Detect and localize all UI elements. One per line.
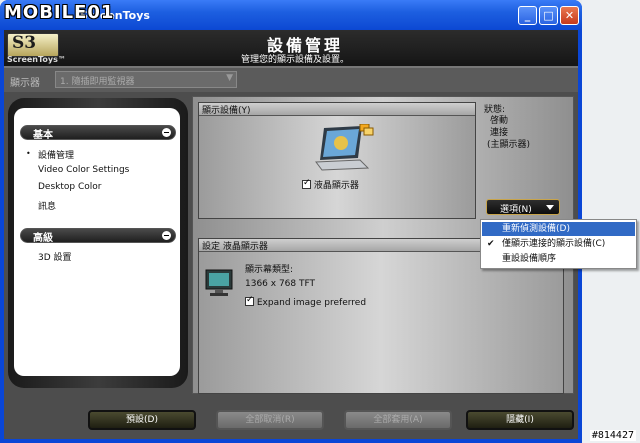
nav-item-info[interactable]: 訊息	[38, 199, 56, 212]
menu-item-reset-order[interactable]: 重設設備順序	[482, 252, 635, 266]
default-button[interactable]: 預設(D)	[88, 410, 196, 430]
panel-title: 顯示設備(Y)	[199, 103, 475, 116]
settings-title: 設定 液晶顯示器	[202, 242, 268, 252]
apply-all-button[interactable]: 全部套用(A)	[344, 410, 452, 430]
display-type-label: 顯示幕類型:	[245, 265, 294, 275]
display-devices-title: 顯示設備(Y)	[202, 106, 251, 116]
nav-item-video-color[interactable]: Video Color Settings	[38, 165, 129, 175]
resolution-value: 1366 x 768 TFT	[245, 279, 316, 289]
display-select-value: 1. 隨插即用監視器	[60, 77, 135, 87]
nav-section-advanced[interactable]: 高級	[20, 228, 176, 244]
lcd-device-item[interactable]: 液晶顯示器	[302, 178, 359, 191]
close-button[interactable]: ✕	[560, 6, 579, 25]
expand-image-checkbox[interactable]	[245, 295, 254, 306]
collapse-icon[interactable]	[162, 231, 171, 240]
expand-image-option[interactable]: Expand image preferred	[245, 295, 367, 308]
watermark-logo: MOBILE01	[4, 2, 115, 23]
bullet-icon: •	[26, 149, 31, 158]
nav-section-label: 基本	[33, 130, 53, 141]
dropdown-arrow-icon	[546, 205, 554, 210]
reset-all-button[interactable]: 全部取消(R)	[216, 410, 324, 430]
nav-item-device-management[interactable]: 設備管理	[38, 148, 74, 161]
status-line: (主顯示器)	[487, 140, 531, 150]
nav-section-label: 高級	[33, 233, 53, 244]
monitor-icon	[205, 269, 233, 296]
chevron-down-icon: ▼	[226, 73, 233, 83]
menu-item-redetect[interactable]: 重新偵測設備(D)	[482, 222, 635, 236]
options-label: 選項(N)	[500, 205, 532, 215]
expand-image-label: Expand image preferred	[256, 298, 367, 308]
maximize-button[interactable]: □	[539, 6, 558, 25]
lcd-checkbox[interactable]	[302, 178, 311, 189]
collapse-icon[interactable]	[162, 128, 171, 137]
lcd-device-label: 液晶顯示器	[313, 181, 359, 191]
nav-item-3d-settings[interactable]: 3D 設置	[38, 250, 72, 263]
display-select[interactable]: 1. 隨插即用監視器 ▼	[55, 71, 237, 88]
options-button[interactable]: 選項(N)	[486, 199, 560, 215]
menu-item-connected-only[interactable]: ✔ 僅顯示連接的顯示設備(C)	[482, 237, 635, 251]
nav-item-desktop-color[interactable]: Desktop Color	[38, 182, 101, 192]
close-icon: ✕	[564, 9, 575, 22]
options-menu: 重新偵測設備(D) ✔ 僅顯示連接的顯示設備(C) 重設設備順序	[480, 219, 637, 269]
image-stamp: #814427	[589, 430, 636, 441]
hide-button[interactable]: 隱藏(I)	[466, 410, 574, 430]
minimize-button[interactable]: _	[518, 6, 537, 25]
checkmark-icon: ✔	[487, 239, 495, 249]
menu-item-label: 重設設備順序	[502, 254, 557, 264]
display-label: 顯示器	[10, 78, 40, 89]
menu-item-label: 重新偵測設備(D)	[502, 224, 570, 234]
page-subtitle: 管理您的顯示設備及設置。	[240, 55, 349, 65]
nav-section-basic[interactable]: 基本	[20, 125, 176, 141]
menu-item-label: 僅顯示連接的顯示設備(C)	[502, 239, 606, 249]
laptop-icon[interactable]	[312, 124, 374, 172]
